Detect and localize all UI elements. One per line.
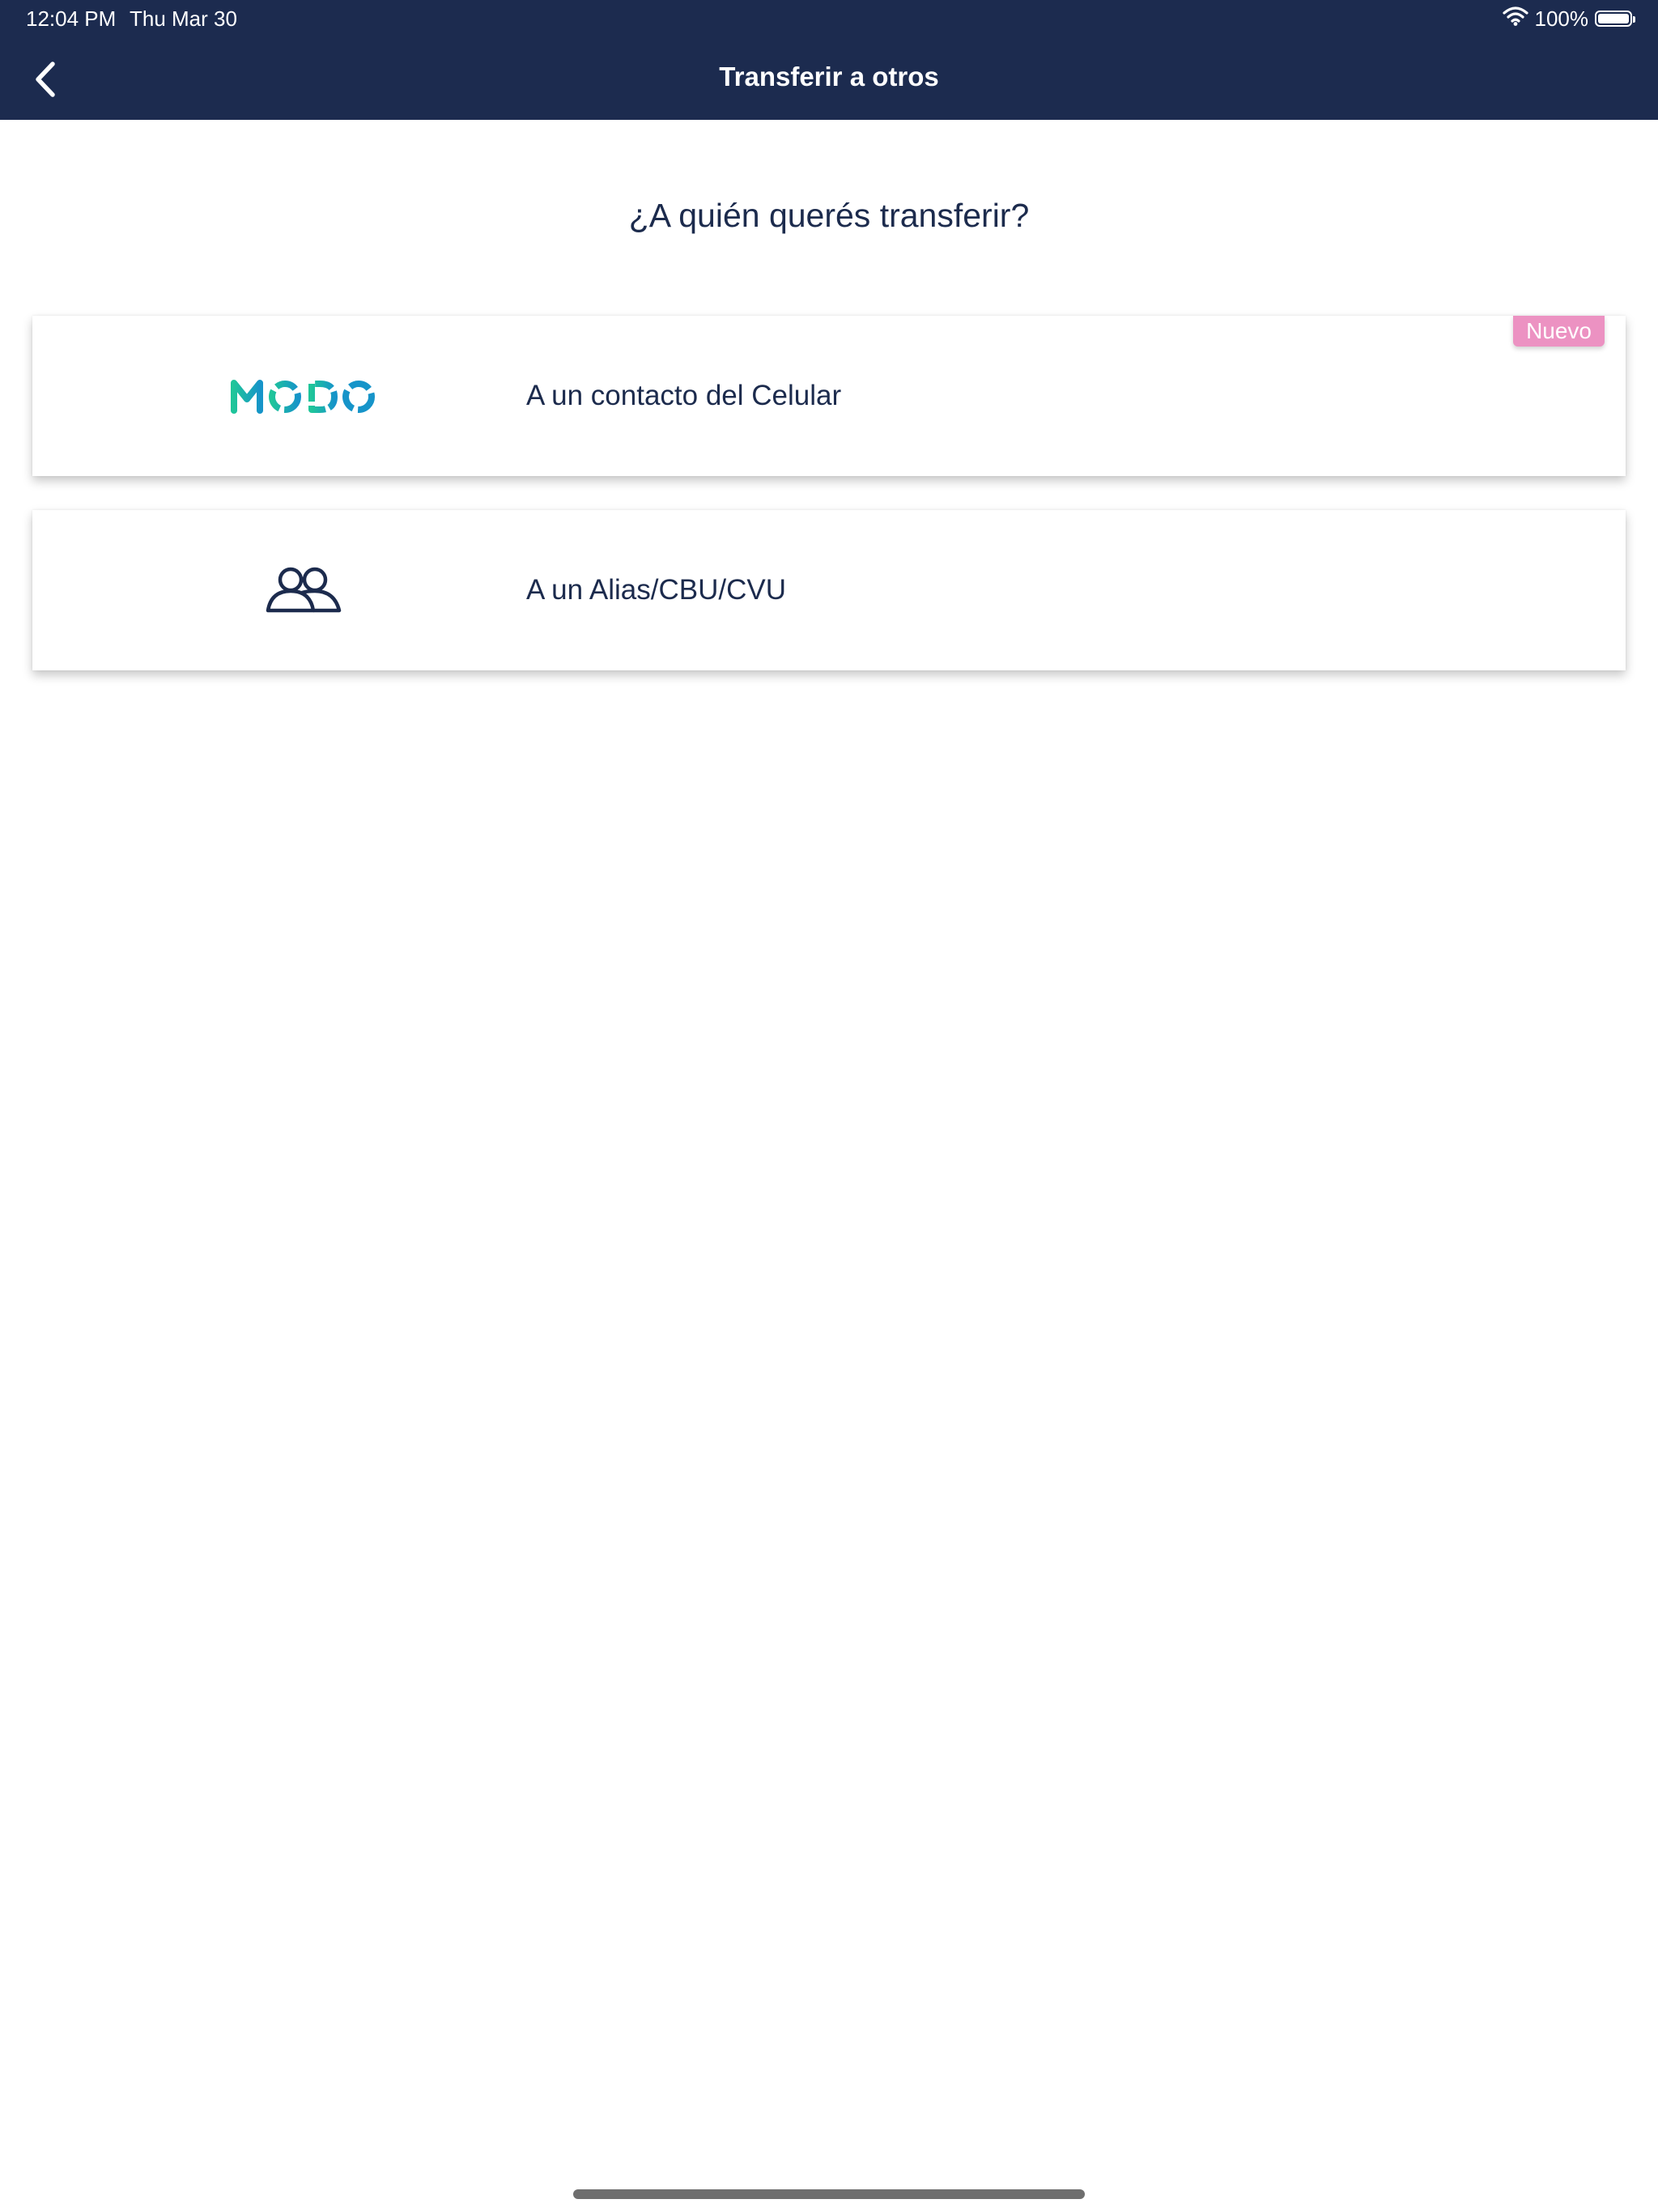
option-label: A un contacto del Celular xyxy=(526,380,842,411)
wifi-icon xyxy=(1502,6,1528,32)
people-icon xyxy=(194,510,413,670)
battery-icon xyxy=(1595,11,1635,27)
home-indicator[interactable] xyxy=(573,2189,1085,2199)
question-heading: ¿A quién querés transferir? xyxy=(628,197,1030,234)
option-alias-cbu-cvu[interactable]: A un Alias/CBU/CVU xyxy=(32,510,1626,670)
option-label: A un Alias/CBU/CVU xyxy=(526,574,786,606)
page-title: Transferir a otros xyxy=(719,62,939,91)
status-indicators: 100% xyxy=(1502,6,1635,32)
option-phone-contact[interactable]: A un contacto del Celular Nuevo xyxy=(32,316,1626,476)
status-time: 12:04 PM xyxy=(26,6,117,31)
battery-percent: 100% xyxy=(1534,6,1589,31)
modo-logo-icon xyxy=(194,316,413,476)
navigation-bar: 12:04 PM Thu Mar 30 100% Transferir a ot… xyxy=(0,0,1658,120)
status-date: Thu Mar 30 xyxy=(130,6,237,31)
transfer-screen: 12:04 PM Thu Mar 30 100% Transferir a ot… xyxy=(0,0,1658,2212)
new-badge: Nuevo xyxy=(1513,316,1605,347)
